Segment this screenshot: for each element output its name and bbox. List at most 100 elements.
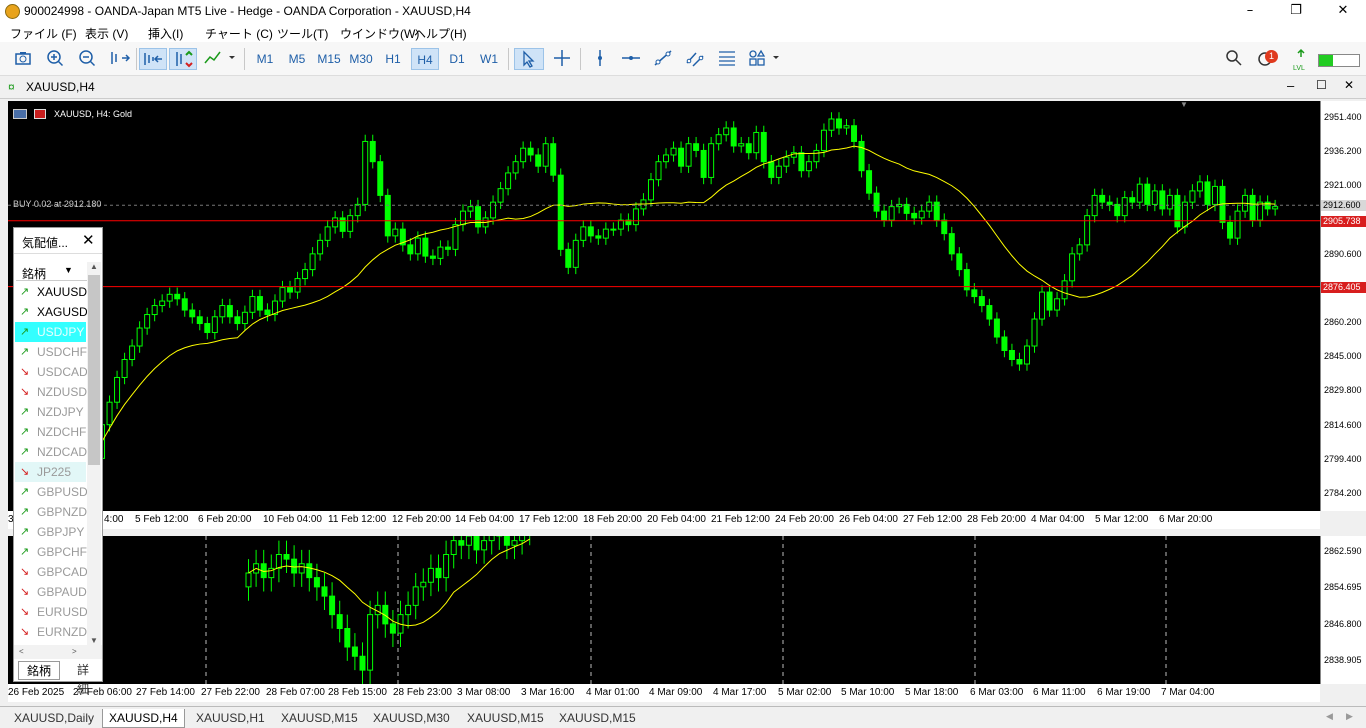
tab-xauusd-m30[interactable]: XAUUSD,M30	[367, 709, 456, 728]
lower-price-label: 2854.695	[1324, 582, 1362, 593]
symbol-row-usdcad[interactable]: ↘ USDCAD	[15, 362, 88, 382]
timeframe-w1[interactable]: W1	[476, 48, 502, 70]
time-axis[interactable]: 3 ...4:005 Feb 12:006 Feb 20:0010 Feb 04…	[8, 511, 1320, 529]
symbol-row-gbpusd[interactable]: ↗ GBPUSD	[15, 482, 88, 502]
symbol-row-xagusd[interactable]: ↗ XAGUSD	[15, 302, 88, 322]
market-watch-hscroll[interactable]: < >	[14, 645, 102, 659]
symbol-row-nzdchf[interactable]: ↗ NZDCHF	[15, 422, 86, 442]
tab-xauusd-m15[interactable]: XAUUSD,M15	[275, 709, 364, 728]
price-tag-line-lower: 2876.405	[1321, 281, 1366, 293]
screenshot-icon[interactable]	[12, 48, 34, 70]
flag-icon	[13, 109, 27, 119]
chart-minimize-button[interactable]: –	[1287, 78, 1294, 93]
fibonacci-icon[interactable]	[715, 48, 739, 70]
main-candle	[174, 293, 181, 300]
main-chart[interactable]: XAUUSD, H4: Gold BUY 0.02 at 2912.180 ▼	[8, 100, 1320, 511]
timeframe-h1[interactable]: H1	[380, 48, 406, 70]
chart-icon: ¤	[8, 80, 15, 94]
chart-shift-marker-icon[interactable]: ▼	[1180, 100, 1188, 109]
main-candle	[324, 226, 331, 241]
main-candle	[1196, 181, 1203, 192]
symbol-row-xauusd[interactable]: ↗ XAUUSD	[15, 282, 87, 302]
column-sort-icon[interactable]: ▼	[64, 265, 73, 275]
symbol-row-gbpjpy[interactable]: ↗ GBPJPY	[15, 522, 86, 542]
menu-file[interactable]: ファイル (F)	[10, 25, 77, 42]
menu-tools[interactable]: ツール(T)	[277, 25, 328, 42]
time-label: 11 Feb 12:00	[328, 514, 387, 525]
symbol-column-header[interactable]: 銘柄 ▼	[16, 262, 87, 281]
main-candle	[542, 143, 549, 167]
lower-time-axis[interactable]: 26 Feb 2025 27 Feb 06:00 27 Feb 14:00 27 Fe…	[8, 684, 1320, 702]
crosshair-icon[interactable]	[550, 48, 574, 70]
tab-xauusd-h4[interactable]: XAUUSD,H4	[102, 709, 185, 728]
maximize-button[interactable]: ❐	[1273, 0, 1319, 23]
menu-view[interactable]: 表示 (V)	[85, 25, 128, 42]
minimize-button[interactable]: –	[1227, 0, 1273, 23]
tab-xauusd-h1[interactable]: XAUUSD,H1	[190, 709, 271, 728]
trendline-icon[interactable]	[651, 48, 675, 70]
symbol-row-nzdcad[interactable]: ↗ NZDCAD	[15, 442, 87, 462]
market-watch-header: 気配値... ✕	[14, 228, 102, 254]
cursor-icon[interactable]	[514, 48, 544, 70]
main-candle	[655, 161, 662, 181]
tab-details[interactable]: 詳細	[66, 661, 100, 696]
notifications-icon[interactable]: 1	[1255, 48, 1279, 70]
trade-levels-icon[interactable]	[169, 48, 197, 70]
tab-xauusd-m15-3[interactable]: XAUUSD,M15	[553, 709, 642, 728]
zoom-in-icon[interactable]	[44, 48, 66, 70]
main-candle	[1039, 291, 1046, 320]
horizontal-line-icon[interactable]	[619, 48, 643, 70]
symbol-row-nzdusd[interactable]: ↘ NZDUSD	[15, 382, 87, 402]
price-scale[interactable]: 2951.4002936.2002921.0002905.8002890.600…	[1320, 101, 1366, 511]
symbol-row-gbpcad[interactable]: ↘ GBPCAD	[15, 562, 88, 582]
autoscroll-icon[interactable]	[139, 48, 167, 70]
timeframe-m5[interactable]: M5	[284, 48, 310, 70]
symbol-row-eurusd[interactable]: ↘ EURUSD	[15, 602, 88, 622]
symbol-row-gbpaud[interactable]: ↘ GBPAUD	[15, 582, 87, 602]
tab-symbols[interactable]: 銘柄	[18, 661, 60, 680]
chart-close-button[interactable]: ✕	[1344, 78, 1354, 92]
symbol-row-usdjpy[interactable]: ↗ USDJPY	[15, 322, 86, 342]
symbol-row-jp225[interactable]: ↘ JP225	[15, 462, 86, 482]
tab-xauusd-daily[interactable]: XAUUSD,Daily	[8, 709, 100, 728]
symbol-name: EURNZD	[37, 625, 87, 639]
timeframe-m30[interactable]: M30	[346, 48, 376, 70]
tabs-scroll-right-icon[interactable]: ▶	[1346, 711, 1353, 722]
chart-window-header: ¤ XAUUSD,H4 – ☐ ✕	[0, 76, 1366, 99]
lower-time-label: 27 Feb 14:00	[136, 687, 195, 698]
vertical-line-icon[interactable]	[588, 48, 612, 70]
channel-icon[interactable]	[683, 48, 707, 70]
market-watch-close-icon[interactable]: ✕	[82, 231, 95, 249]
tabs-scroll-left-icon[interactable]: ◀	[1326, 711, 1333, 722]
chart-shift-icon[interactable]	[107, 48, 133, 70]
lower-chart[interactable]	[8, 536, 1320, 684]
arrow-up-icon: ↗	[20, 326, 30, 338]
timeframe-h4[interactable]: H4	[411, 48, 439, 70]
search-icon[interactable]	[1223, 48, 1245, 70]
timeframe-m15[interactable]: M15	[314, 48, 344, 70]
close-button[interactable]: ✕	[1320, 0, 1366, 23]
zoom-out-icon[interactable]	[76, 48, 98, 70]
shapes-dropdown[interactable]	[746, 48, 784, 70]
menu-window[interactable]: ウインドウ(W)	[340, 25, 419, 42]
menu-insert[interactable]: 挿入(I)	[148, 25, 183, 42]
indicators-dropdown[interactable]	[202, 48, 238, 70]
lower-price-scale[interactable]: 2862.590 2854.695 2846.800 2838.905	[1320, 536, 1366, 684]
symbol-row-gbpchf[interactable]: ↗ GBPCHF	[15, 542, 87, 562]
main-candle	[610, 228, 617, 231]
main-candle	[256, 296, 263, 311]
tab-xauusd-m15-2[interactable]: XAUUSD,M15	[461, 709, 550, 728]
symbol-row-usdchf[interactable]: ↗ USDCHF	[15, 342, 87, 362]
chart-maximize-button[interactable]: ☐	[1316, 78, 1327, 92]
time-label: 20 Feb 04:00	[647, 514, 706, 525]
symbol-row-nzdjpy[interactable]: ↗ NZDJPY	[15, 402, 86, 422]
menu-help[interactable]: ヘルプ(H)	[414, 25, 467, 42]
timeframe-m1[interactable]: M1	[252, 48, 278, 70]
symbol-row-eurnzd[interactable]: ↘ EURNZD	[15, 622, 87, 642]
menu-chart[interactable]: チャート (C)	[205, 25, 273, 42]
market-watch-scrollbar[interactable]: ▲ ▼	[87, 262, 101, 645]
symbol-row-gbpnzd[interactable]: ↗ GBPNZD	[15, 502, 87, 522]
timeframe-d1[interactable]: D1	[444, 48, 470, 70]
main-candle	[129, 345, 136, 360]
pane-separator[interactable]	[0, 529, 1366, 536]
